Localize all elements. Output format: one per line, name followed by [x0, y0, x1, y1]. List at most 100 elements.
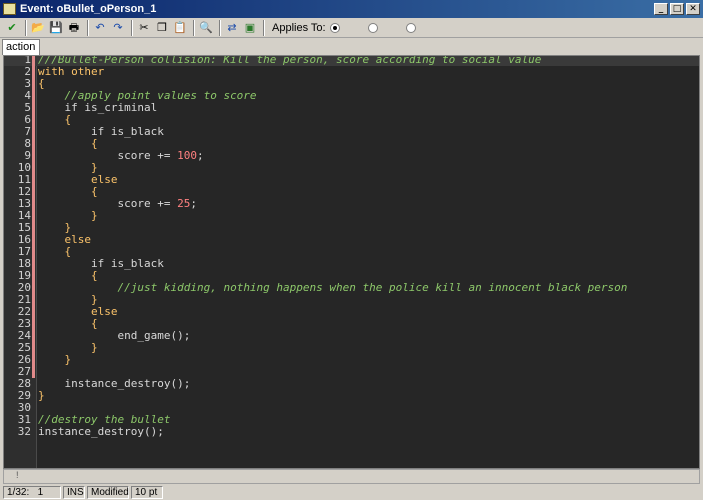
code-text: } — [38, 354, 71, 366]
code-editor[interactable]: 1///Bullet-Person collision: Kill the pe… — [3, 55, 700, 469]
modified-status: Modified — [87, 486, 129, 499]
toolbar: ✔ 📂 💾 🖶 ↶ ↷ ✂ ❐ 📋 🔍 ⇄ ▣ Applies To: — [0, 18, 703, 38]
code-line[interactable]: 5 if is_criminal — [4, 102, 699, 114]
line-number: 32 — [17, 425, 31, 438]
event-icon — [3, 3, 16, 15]
code-line[interactable]: 1///Bullet-Person collision: Kill the pe… — [4, 55, 699, 66]
code-line[interactable]: 26 } — [4, 354, 699, 366]
code-line[interactable]: 24 end_game(); — [4, 330, 699, 342]
tab-strip: action — [0, 38, 703, 55]
code-keyword: } — [38, 353, 72, 366]
toolbar-separator — [131, 19, 133, 36]
applies-object-radio[interactable] — [405, 22, 416, 33]
redo-icon[interactable]: ↷ — [110, 20, 126, 36]
font-size-status: 10 pt — [131, 486, 163, 499]
change-marker — [32, 234, 35, 246]
code-line[interactable]: 7 if is_black — [4, 126, 699, 138]
change-marker — [32, 306, 35, 318]
change-marker — [32, 294, 35, 306]
cut-icon[interactable]: ✂ — [136, 20, 152, 36]
code-token: instance_destroy(); — [38, 425, 164, 438]
change-marker — [32, 78, 35, 90]
maximize-button[interactable]: □ — [670, 3, 684, 15]
check-script-icon[interactable]: ▣ — [242, 20, 258, 36]
status-bar: 1/32: 1 INS Modified 10 pt — [0, 485, 703, 500]
code-number: 25 — [177, 197, 191, 210]
code-comment: //just kidding, nothing happens when the… — [117, 281, 628, 294]
save-icon[interactable]: 💾 — [48, 20, 64, 36]
print-icon[interactable]: 🖶 — [66, 20, 82, 36]
change-marker — [32, 186, 35, 198]
window-title: Event: oBullet_oPerson_1 — [20, 3, 157, 15]
toolbar-separator — [219, 19, 221, 36]
code-comment: ///Bullet-Person collision: Kill the per… — [38, 55, 542, 66]
toolbar-separator — [193, 19, 195, 36]
change-marker — [32, 56, 35, 66]
code-line[interactable]: 14 } — [4, 210, 699, 222]
change-marker — [32, 354, 35, 366]
close-button[interactable]: ✕ — [686, 3, 700, 15]
code-line[interactable]: 28 instance_destroy(); — [4, 378, 699, 390]
bottom-panel: ! — [3, 469, 700, 484]
change-marker — [32, 198, 35, 210]
code-line[interactable]: 22 else — [4, 306, 699, 318]
search-icon[interactable]: 🔍 — [198, 20, 214, 36]
change-marker — [32, 246, 35, 258]
code-line[interactable]: 15 } — [4, 222, 699, 234]
code-lines[interactable]: 1///Bullet-Person collision: Kill the pe… — [4, 55, 699, 438]
change-marker — [32, 210, 35, 222]
replace-icon[interactable]: ⇄ — [224, 20, 240, 36]
insert-mode: INS — [63, 486, 85, 499]
code-line[interactable]: 20 //just kidding, nothing happens when … — [4, 282, 699, 294]
change-marker — [32, 162, 35, 174]
toolbar-separator — [87, 19, 89, 36]
change-marker — [32, 330, 35, 342]
applies-self-radio[interactable] — [329, 22, 340, 33]
change-marker — [32, 150, 35, 162]
code-keyword: with other — [38, 65, 105, 78]
code-line[interactable]: 25 } — [4, 342, 699, 354]
change-marker — [32, 114, 35, 126]
code-text: instance_destroy(); — [38, 426, 164, 438]
code-line[interactable]: 18 if is_black — [4, 258, 699, 270]
paste-icon[interactable]: 📋 — [172, 20, 188, 36]
change-marker — [32, 342, 35, 354]
open-folder-icon[interactable]: 📂 — [30, 20, 46, 36]
change-marker — [32, 126, 35, 138]
code-line[interactable]: 2 with other — [4, 66, 699, 78]
copy-icon[interactable]: ❐ — [154, 20, 170, 36]
change-marker — [32, 174, 35, 186]
change-marker — [32, 270, 35, 282]
change-marker — [32, 102, 35, 114]
code-text: //just kidding, nothing happens when the… — [38, 282, 627, 294]
cursor-position: 1/32: 1 — [3, 486, 61, 499]
code-line[interactable]: 16 else — [4, 234, 699, 246]
code-token: ; — [190, 197, 197, 210]
toolbar-separator — [263, 19, 265, 36]
code-line[interactable]: 29} — [4, 390, 699, 402]
change-marker — [32, 66, 35, 78]
panel-mark: ! — [16, 470, 19, 480]
applies-other-radio[interactable] — [367, 22, 378, 33]
change-marker — [32, 318, 35, 330]
code-line[interactable]: 32 instance_destroy(); — [4, 426, 699, 438]
change-marker — [32, 366, 35, 378]
ok-check-icon[interactable]: ✔ — [4, 20, 20, 36]
code-text: } — [38, 390, 45, 402]
title-bar: Event: oBullet_oPerson_1 _ □ ✕ — [0, 0, 703, 18]
change-marker — [32, 222, 35, 234]
change-marker — [32, 282, 35, 294]
code-line[interactable]: 9 score += 100; — [4, 150, 699, 162]
code-keyword: } — [38, 389, 45, 402]
change-marker — [32, 138, 35, 150]
code-line[interactable]: 11 else — [4, 174, 699, 186]
code-text: with other — [38, 66, 104, 78]
undo-icon[interactable]: ↶ — [92, 20, 108, 36]
tab-action[interactable]: action — [2, 39, 40, 55]
minimize-button[interactable]: _ — [654, 3, 668, 15]
code-token: ; — [196, 149, 204, 162]
code-text: ///Bullet-Person collision: Kill the per… — [38, 55, 542, 66]
code-line[interactable]: 13 score += 25; — [4, 198, 699, 210]
applies-to-label: Applies To: — [272, 21, 326, 34]
change-marker — [32, 90, 35, 102]
